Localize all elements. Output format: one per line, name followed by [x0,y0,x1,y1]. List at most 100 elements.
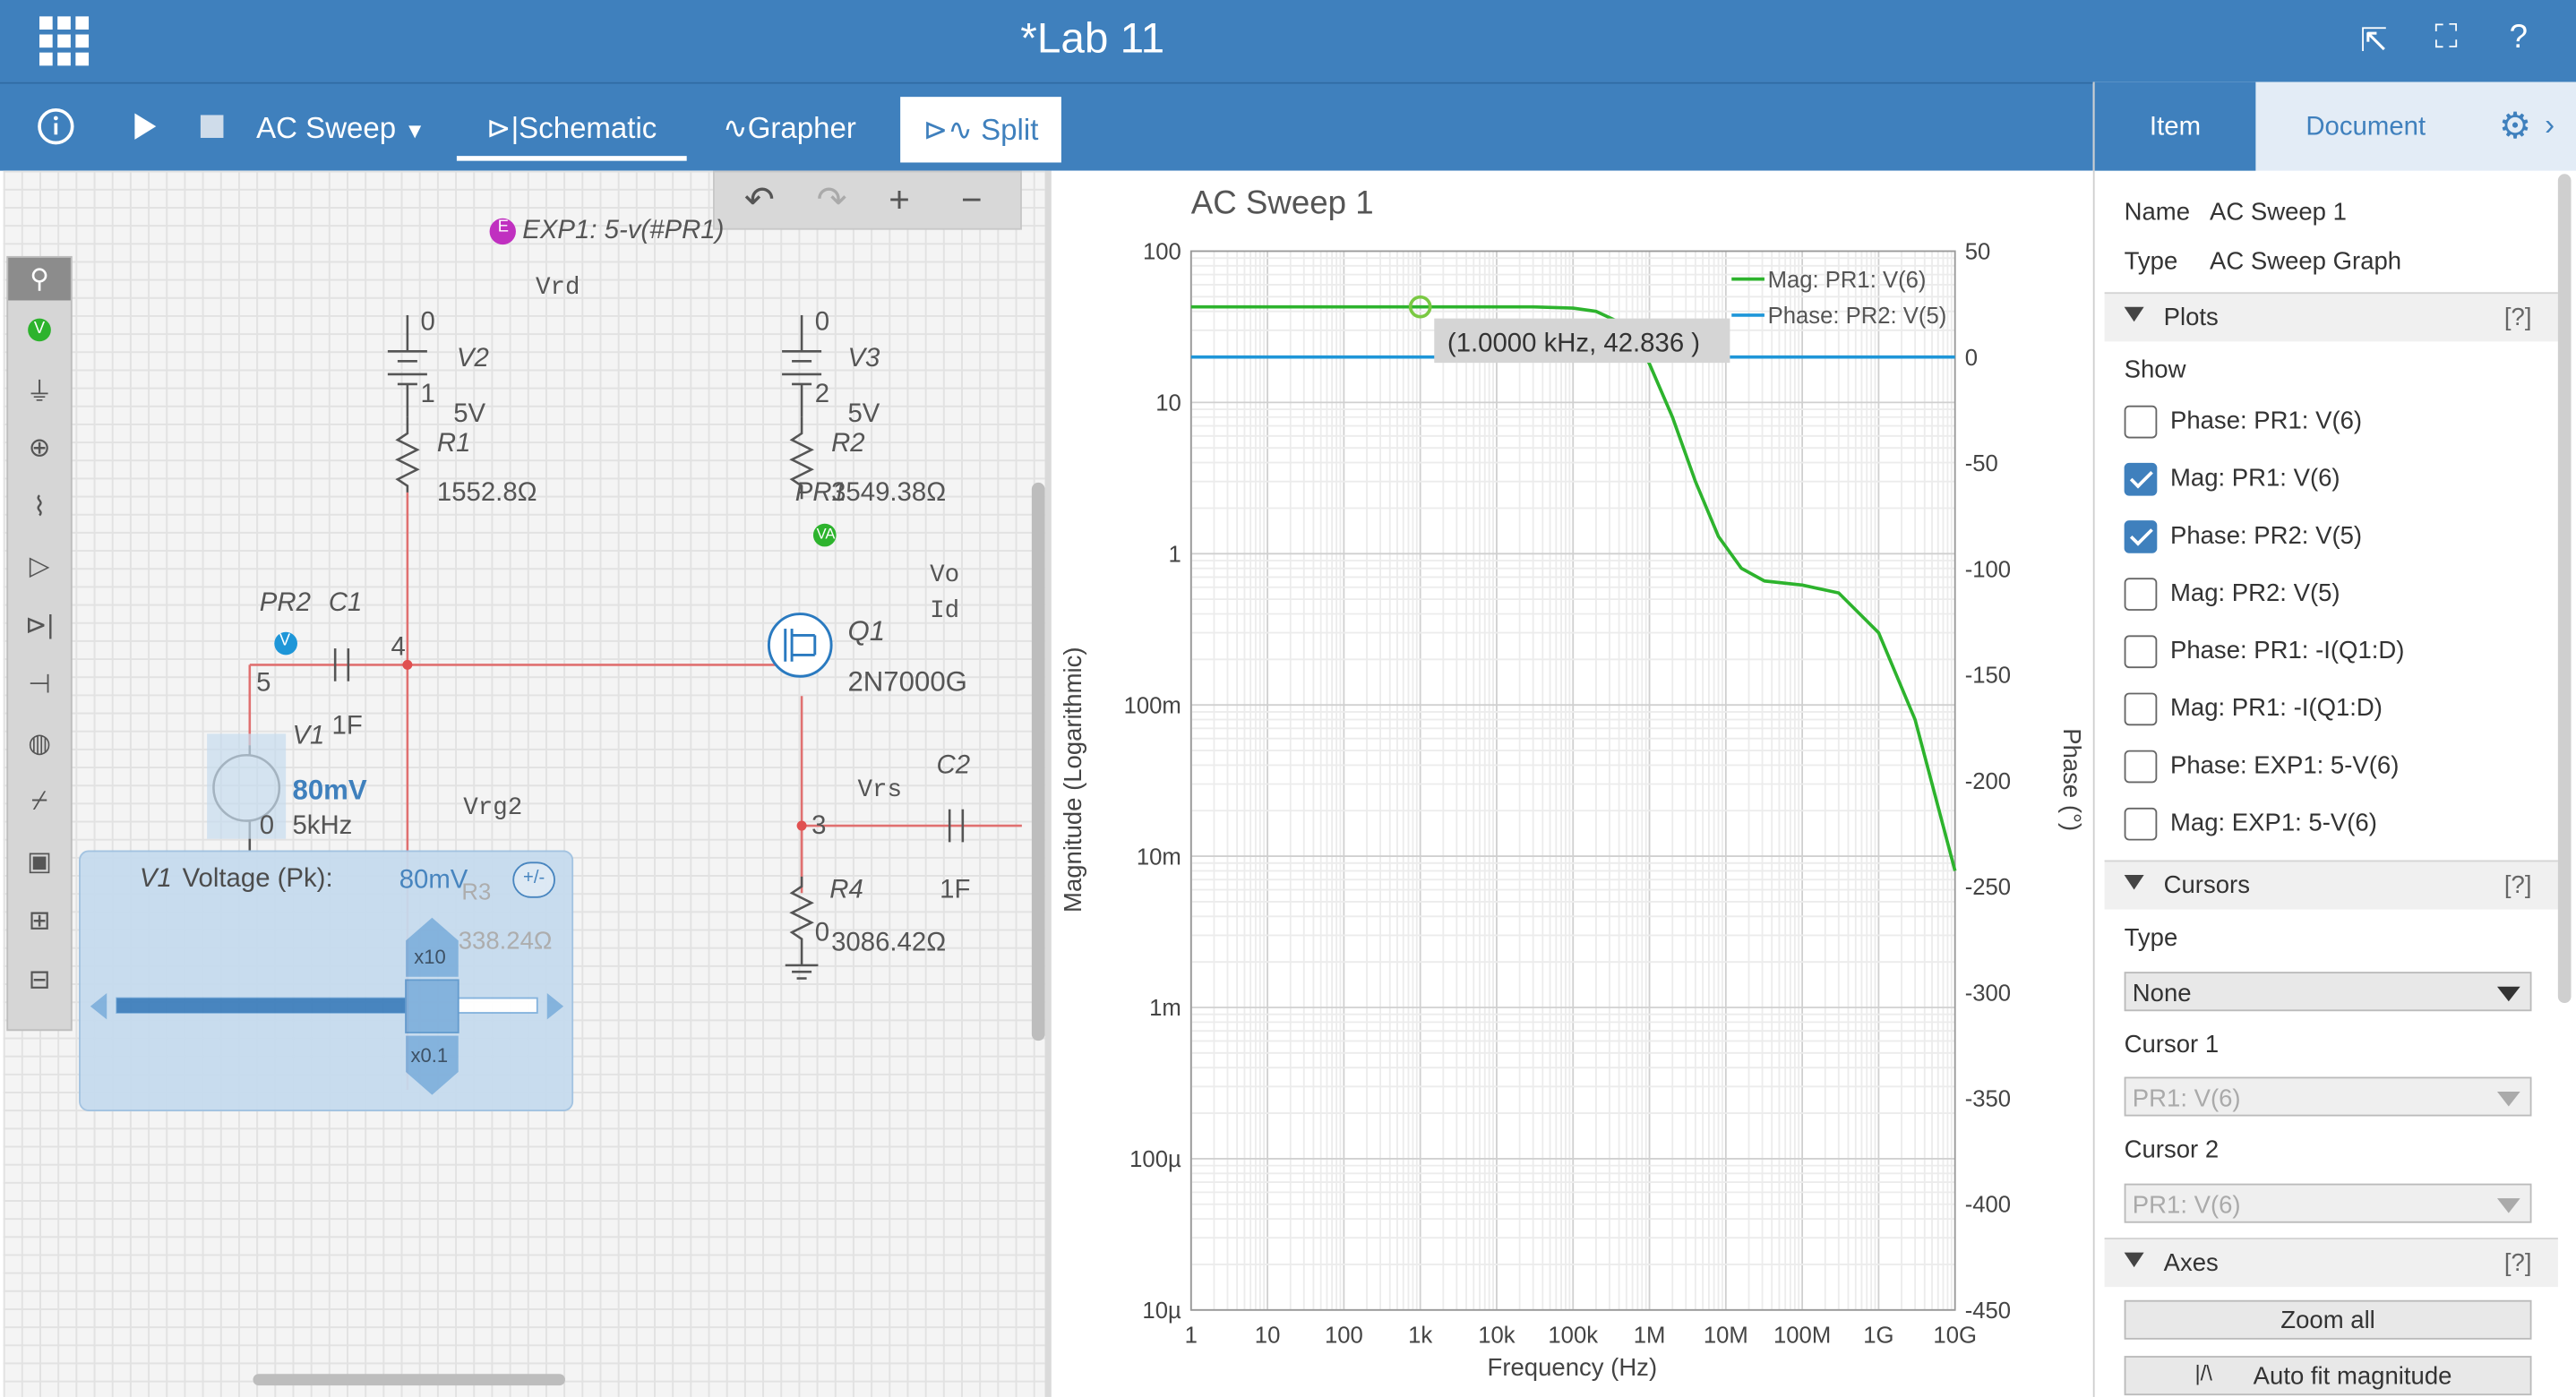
axes-section-header[interactable]: Axes [?] [2104,1238,2558,1288]
cursor1-select[interactable]: PR1: V(6) [2124,1076,2532,1117]
y-tick-label: 10µ [1142,1298,1181,1324]
fullscreen-icon[interactable]: ⛶ [2425,20,2468,57]
sine-wave-icon: ∿ [723,111,748,145]
x-tick-label: 1M [1634,1323,1666,1348]
play-icon[interactable] [132,112,158,141]
tab-document[interactable]: Document [2255,82,2476,171]
y2-tick-label: -50 [1965,451,1998,476]
c1-name[interactable]: C1 [329,589,363,619]
v1-amplitude[interactable]: 80mV [292,775,366,808]
plot-checkbox[interactable] [2124,635,2158,669]
schematic-icon: ⊳| [485,111,519,145]
y2-axis-label: Phase (°) [2058,728,2086,831]
plot-checkbox-label[interactable]: Mag: PR1: V(6) [2170,465,2340,493]
panel-scrollbar[interactable] [2557,174,2572,1004]
r4-name[interactable]: R4 [829,877,863,906]
cursor-readout-text: (1.0000 kHz, 42.836 ) [1447,328,1700,357]
auto-fit-label: Auto fit magnitude [2253,1362,2452,1391]
tab-item[interactable]: Item [2094,81,2256,171]
y-tick-label: 10 [1155,391,1181,416]
x-tick-label: 10k [1478,1323,1516,1348]
legend-phase-label: Phase: PR2: V(5) [1768,304,1947,329]
r4-value: 3086.42Ω [831,929,947,957]
r2-value: 3549.38Ω [831,479,947,508]
v2-value: 5V [453,400,486,429]
ac-sweep-chart[interactable]: AC Sweep 1 1 10 100 1k 10k 100k 1M 10M 100M 1G 10G… [1052,171,2093,1397]
tab-grapher[interactable]: ∿Grapher [723,112,856,146]
tab-schematic-label: Schematic [519,111,657,145]
plot-checkbox-label[interactable]: Mag: EXP1: 5-V(6) [2170,810,2377,837]
x-tick-label: 100 [1325,1323,1363,1348]
v2-name[interactable]: V2 [457,345,489,374]
analysis-mode-dropdown[interactable]: AC Sweep ▼ [256,112,425,146]
node-label: 4 [391,633,406,662]
voltage-slider[interactable] [81,914,573,1105]
chevron-right-icon[interactable]: › [2545,108,2555,142]
schematic-vertical-scrollbar[interactable] [1031,482,1045,1041]
plot-checkbox[interactable] [2124,462,2158,496]
help-icon[interactable]: ? [2497,20,2540,57]
collapse-triangle-icon [2124,1252,2144,1268]
stop-icon[interactable] [200,115,226,139]
split-divider[interactable] [1044,170,1052,1397]
plot-checkbox-label[interactable]: Phase: PR1: -I(Q1:D) [2170,637,2404,664]
expression-probe-label[interactable]: EXP1: 5-v(#PR1) [522,217,724,246]
plus-minus-button[interactable]: +/- [512,861,555,898]
cursor2-select[interactable]: PR1: V(6) [2124,1183,2532,1223]
plot-checkbox-label[interactable]: Phase: PR1: V(6) [2170,407,2362,435]
chevron-down-icon [2496,986,2520,1002]
x01-button[interactable]: x0.1 [411,1044,449,1067]
q1-name[interactable]: Q1 [847,615,885,648]
popout-icon[interactable]: ⇱ [2353,20,2396,61]
info-icon[interactable] [36,107,75,146]
x-tick-label: 10 [1255,1323,1281,1348]
plot-checkbox[interactable] [2124,807,2158,841]
tab-schematic[interactable]: ⊳|Schematic [486,112,657,146]
net-label-vo: Vo [930,561,960,590]
plot-checkbox[interactable] [2124,520,2158,553]
net-label-vrg2: Vrg2 [463,794,523,823]
schematic-horizontal-scrollbar[interactable] [253,1374,565,1386]
cursor-type-label: Type [2124,924,2178,953]
gear-icon[interactable]: ⚙ [2499,105,2531,148]
plot-checkbox-label[interactable]: Mag: PR1: -I(Q1:D) [2170,694,2383,722]
popup-value[interactable]: 80mV [399,867,468,896]
y2-tick-label: 50 [1965,240,1991,265]
plot-checkbox-label[interactable]: Phase: EXP1: 5-V(6) [2170,752,2399,780]
plot-checkbox-label[interactable]: Mag: PR2: V(5) [2170,579,2340,607]
plot-checkbox[interactable] [2124,750,2158,784]
zoom-all-button[interactable]: Zoom all [2124,1299,2532,1340]
v1-name[interactable]: V1 [292,723,324,752]
cursors-help[interactable]: [?] [2504,871,2532,899]
plot-checkbox-label[interactable]: Phase: PR2: V(5) [2170,522,2362,550]
voltage-probe-icon[interactable]: V [279,632,290,650]
popup-title: Voltage (Pk): [182,865,333,894]
pr2-label[interactable]: PR2 [260,589,311,619]
cursor-type-select[interactable]: None [2124,972,2532,1012]
tab-split[interactable]: ⊳∿ Split [900,97,1061,163]
plot-checkbox[interactable] [2124,405,2158,439]
c2-name[interactable]: C2 [936,752,970,782]
split-icon: ⊳∿ [923,113,973,147]
tab-split-label: Split [981,113,1039,147]
name-value[interactable]: AC Sweep 1 [2210,199,2347,227]
x-tick-label: 1 [1185,1323,1198,1348]
cursor2-value: PR1: V(6) [2132,1191,2241,1220]
plot-checkbox[interactable] [2124,692,2158,726]
r2-name[interactable]: R2 [831,430,865,459]
x-tick-label: 1G [1863,1323,1893,1348]
plots-help[interactable]: [?] [2504,304,2532,331]
x10-button[interactable]: x10 [414,946,446,969]
r1-name[interactable]: R1 [437,430,471,459]
v3-name[interactable]: V3 [847,345,880,374]
y-tick-label: 100m [1124,693,1181,718]
axes-help[interactable]: [?] [2504,1249,2532,1277]
auto-fit-magnitude-button[interactable]: |/\ Auto fit magnitude [2124,1356,2532,1396]
ammeter-probe-icon[interactable]: VA [817,526,836,542]
plots-section-header[interactable]: Plots [?] [2104,292,2558,342]
x-tick-label: 1k [1408,1323,1432,1348]
plot-checkbox[interactable] [2124,578,2158,611]
cursor1-label: Cursor 1 [2124,1031,2220,1059]
schematic-canvas[interactable]: ↶ ↷ + − ⚲ V ⏚ ⊕ ⌇ ▷ ⊳| ⊣ ◍ ⌿ ▣ ⊞ ⊟ E EXP… [3,170,1045,1397]
cursors-section-header[interactable]: Cursors [?] [2104,860,2558,910]
